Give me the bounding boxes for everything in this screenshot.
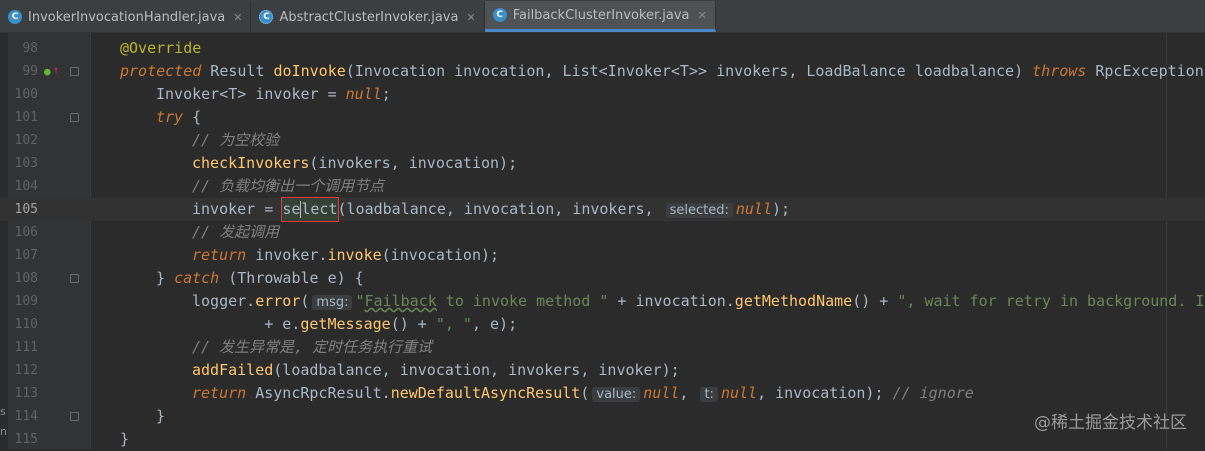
code-text: } [156, 407, 166, 425]
param-hint-selected: selected: [665, 203, 733, 218]
fold-icon[interactable] [70, 412, 79, 421]
fold-icon[interactable] [70, 274, 79, 283]
comment: // 为空校验 [192, 131, 280, 149]
close-icon[interactable]: ✕ [698, 9, 707, 22]
class-icon: C [492, 8, 507, 22]
code-text: + e.getMessage() + ", ", e); [192, 315, 518, 333]
comment: // 发起调用 [192, 223, 280, 241]
annotation: @Override [120, 39, 202, 57]
code-text: // 发生异常是, 定时任务执行重试 [192, 336, 432, 359]
code-text: addFailed(loadbalance, invocation, invok… [192, 361, 680, 379]
param-hint-value: value: [592, 387, 641, 402]
code-text: } catch (Throwable e) { [156, 269, 364, 287]
line-number: 106 [14, 225, 38, 240]
code-text: protected Result doInvoke(Invocation inv… [120, 62, 1204, 80]
code-line: 106 // 发起调用 [0, 221, 1205, 244]
code-line: 109 logger.error(msg: "Failback to invoke… [0, 290, 1205, 313]
code-line: 111 // 发生异常是, 定时任务执行重试 [0, 336, 1205, 359]
code-line: 102 // 为空校验 [0, 129, 1205, 152]
code-text: // 为空校验 [192, 129, 279, 152]
line-number: 101 [14, 110, 38, 125]
override-arrow-icon[interactable]: ↑ [53, 65, 59, 76]
implements-icon[interactable]: ● [44, 66, 51, 77]
code-line: 107 return invoker.invoke(invocation); [0, 244, 1205, 267]
code-line-current: 105 invoker = select(loadbalance, invoca… [0, 197, 1205, 222]
tab-label: FailbackClusterInvoker.java [512, 7, 690, 23]
close-icon[interactable]: ✕ [233, 11, 242, 24]
code-text: logger.error(msg: "Failback to invoke met… [192, 292, 1205, 310]
code-text: return invoker.invoke(invocation); [192, 246, 500, 264]
code-line: 115 } [0, 428, 1205, 451]
tab-label: InvokerInvocationHandler.java [28, 9, 226, 25]
code-text: // 负载均衡出一个调用节点 [192, 175, 384, 198]
editor-tab-bar: C InvokerInvocationHandler.java ✕ C Abst… [0, 0, 1205, 33]
line-number: 99 [22, 64, 38, 79]
watermark: @稀土掘金技术社区 [1034, 413, 1187, 433]
tab-label: AbstractClusterInvoker.java [279, 9, 459, 25]
fold-icon[interactable] [70, 113, 79, 122]
fold-icon[interactable] [70, 67, 79, 76]
select-call-highlight[interactable]: select [281, 197, 339, 222]
code-text: return AsyncRpcResult.newDefaultAsyncRes… [192, 384, 974, 402]
comment: // 发生异常是, 定时任务执行重试 [192, 338, 433, 356]
line-number: 110 [14, 317, 38, 332]
code-text: } [120, 430, 130, 448]
code-line: 108 } catch (Throwable e) { [0, 267, 1205, 290]
code-line: 104 // 负载均衡出一个调用节点 [0, 175, 1205, 198]
close-icon[interactable]: ✕ [466, 11, 475, 24]
line-number: 115 [14, 432, 38, 447]
line-number: 103 [14, 156, 38, 171]
code-line: 114 } [0, 405, 1205, 428]
code-line: 99 ● ↑ protected Result doInvoke(Invocat… [0, 60, 1205, 83]
line-number: 113 [14, 386, 38, 401]
line-number: 100 [14, 87, 38, 102]
line-number: 114 [14, 409, 38, 424]
code-line: 100 Invoker<T> invoker = null; [0, 83, 1205, 106]
param-hint-t: t: [700, 387, 718, 402]
code-line: 98 @Override [0, 37, 1205, 60]
line-number: 111 [14, 340, 38, 355]
code-line: 112 addFailed(loadbalance, invocation, i… [0, 359, 1205, 382]
line-number: 109 [14, 294, 38, 309]
class-icon: C [8, 10, 22, 24]
code-text: invoker = select(loadbalance, invocation… [192, 197, 790, 222]
line-number: 104 [14, 179, 38, 194]
tab-failback-cluster-invoker[interactable]: C FailbackClusterInvoker.java ✕ [484, 1, 716, 32]
comment: // 负载均衡出一个调用节点 [192, 177, 385, 195]
code-editor[interactable]: s n 98 @Override 99 ● ↑ protected Result… [0, 33, 1205, 449]
code-text: try { [156, 108, 202, 126]
tab-abstract-cluster-invoker[interactable]: C AbstractClusterInvoker.java ✕ [251, 2, 485, 32]
param-hint-msg: msg: [312, 295, 353, 310]
code-line: 113 return AsyncRpcResult.newDefaultAsyn… [0, 382, 1205, 405]
code-line: 101 try { [0, 106, 1205, 129]
line-number: 108 [14, 271, 38, 286]
line-number: 112 [14, 363, 38, 378]
code-line: 103 checkInvokers(invokers, invocation); [0, 152, 1205, 175]
code-text: // 发起调用 [192, 221, 279, 244]
code-text: @Override [120, 37, 201, 60]
line-number: 98 [22, 41, 38, 56]
line-number: 102 [14, 133, 38, 148]
code-text: Invoker<T> invoker = null; [156, 85, 391, 103]
code-line: 110 + e.getMessage() + ", ", e); [0, 313, 1205, 336]
line-number: 107 [14, 248, 38, 263]
abstract-class-icon: C [259, 10, 274, 24]
line-number: 105 [14, 202, 38, 217]
code-text: checkInvokers(invokers, invocation); [192, 154, 518, 172]
tab-invoker-invocation-handler[interactable]: C InvokerInvocationHandler.java ✕ [0, 2, 252, 32]
